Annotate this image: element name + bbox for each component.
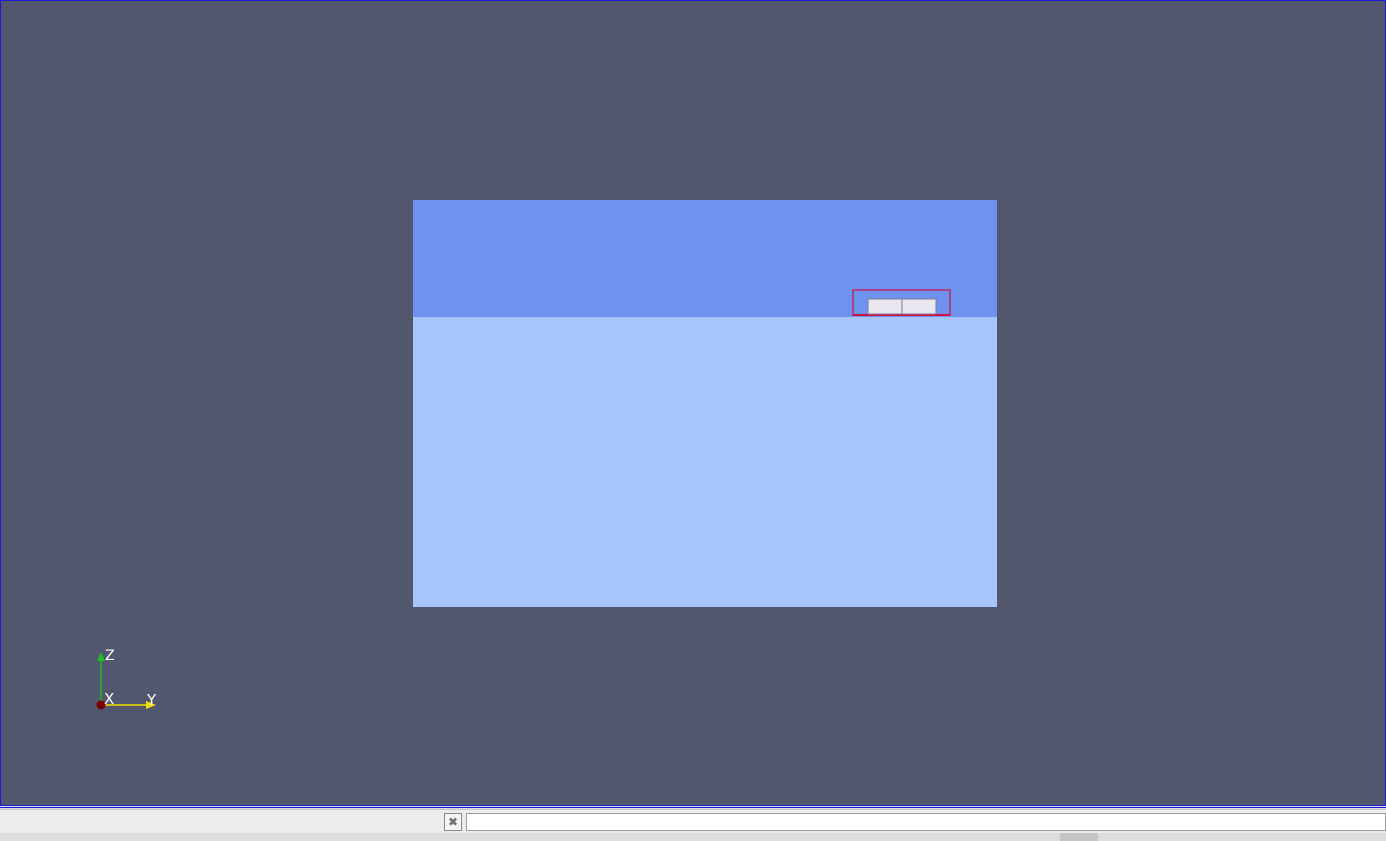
z-axis-arrow-icon <box>97 652 105 661</box>
status-message-field <box>466 813 1386 831</box>
close-icon[interactable]: ✖ <box>444 813 462 831</box>
status-bar-active-tab[interactable] <box>1060 833 1098 841</box>
orientation-axes-widget: Z X Y <box>96 648 157 710</box>
3d-viewport[interactable]: Z X Y <box>0 0 1386 806</box>
z-axis-label: Z <box>105 648 115 664</box>
x-axis-label: X <box>104 690 114 708</box>
scene-canvas[interactable]: Z X Y <box>1 1 1385 805</box>
viewport-bottom-border <box>0 807 1386 808</box>
y-axis-label: Y <box>146 691 157 709</box>
scene-object-right[interactable] <box>901 298 937 315</box>
scene-object-left[interactable] <box>867 298 903 315</box>
status-bar-lower-strip <box>0 833 1386 841</box>
scene-lower-region <box>413 317 997 607</box>
